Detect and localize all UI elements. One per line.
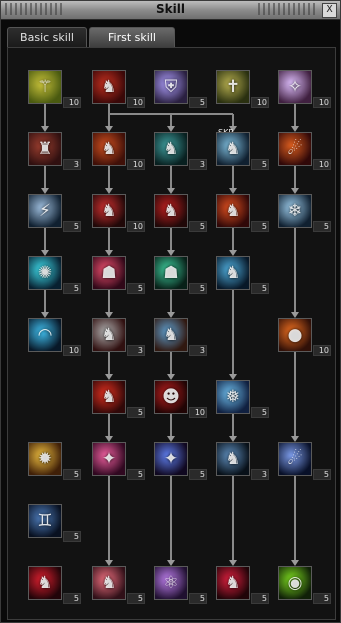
skill-level: 3 xyxy=(127,345,145,356)
skill-level: 5 xyxy=(127,469,145,480)
skill-level: 5 xyxy=(63,593,81,604)
rose-dragon-icon[interactable]: ♞ xyxy=(92,566,126,600)
skill-level: 3 xyxy=(189,345,207,356)
holy-cross-icon[interactable]: ✝ xyxy=(216,70,250,104)
green-orb-icon[interactable]: ◉ xyxy=(278,566,312,600)
scarlet-beast-icon[interactable]: ♞ xyxy=(216,566,250,600)
skill-level: 5 xyxy=(251,407,269,418)
skill-level: 5 xyxy=(189,469,207,480)
skill-level: 5 xyxy=(63,221,81,232)
window-title: Skill xyxy=(156,2,185,16)
skill-level: 5 xyxy=(63,469,81,480)
skill-level: 5 xyxy=(251,593,269,604)
skill-level: 5 xyxy=(63,531,81,542)
crimson-dragon-icon[interactable]: ♞ xyxy=(92,380,126,414)
pink-claw-icon[interactable]: ✦ xyxy=(92,442,126,476)
storm-arrows-icon[interactable]: ⚡ xyxy=(28,194,62,228)
blood-dragon-icon[interactable]: ♞ xyxy=(154,194,188,228)
blue-claw-icon[interactable]: ✦ xyxy=(154,442,188,476)
inferno-dragon-icon[interactable]: ♞ xyxy=(216,194,250,228)
water-dragon-icon[interactable]: ♞ xyxy=(216,256,250,290)
twin-spirit-icon[interactable]: ♊ xyxy=(28,504,62,538)
red-dragon-icon[interactable]: ♞ xyxy=(92,70,126,104)
fire-beast-icon[interactable]: ♞ xyxy=(92,132,126,166)
skill-level: 10 xyxy=(63,97,81,108)
skill-level: 5 xyxy=(313,593,331,604)
tab-basic-skill[interactable]: Basic skill xyxy=(7,27,87,48)
knight-shield-icon[interactable]: ⛨ xyxy=(154,70,188,104)
skill-level: 5 xyxy=(251,159,269,170)
skill-level: 10 xyxy=(63,345,81,356)
skill-level: 10 xyxy=(189,407,207,418)
skill-tree-panel: SKP ⚚10♞10⛨5✝10✧10♜3♞10♞3♞5☄10⚡5♞10♞5♞5❄… xyxy=(7,47,336,620)
skill-level: 5 xyxy=(127,593,145,604)
skill-level: 5 xyxy=(313,221,331,232)
golden-sigil-icon[interactable]: ✹ xyxy=(28,442,62,476)
comet-icon[interactable]: ☄ xyxy=(278,442,312,476)
skill-level: 5 xyxy=(189,593,207,604)
skill-level: 10 xyxy=(127,97,145,108)
demon-beast-icon[interactable]: ♜ xyxy=(28,132,62,166)
skill-level: 3 xyxy=(189,159,207,170)
ice-dragon-icon[interactable]: ♞ xyxy=(216,132,250,166)
skill-level: 5 xyxy=(189,221,207,232)
skill-level: 3 xyxy=(251,469,269,480)
grey-dragon-icon[interactable]: ♞ xyxy=(92,318,126,352)
skill-level: 5 xyxy=(127,407,145,418)
cyan-rune-icon[interactable]: ✺ xyxy=(28,256,62,290)
staff-icon[interactable]: ⚚ xyxy=(28,70,62,104)
skill-level: 5 xyxy=(313,469,331,480)
frost-beast-icon[interactable]: ❄ xyxy=(278,194,312,228)
flame-claw-icon[interactable]: ☄ xyxy=(278,132,312,166)
wave-slash-icon[interactable]: ◠ xyxy=(28,318,62,352)
light-ray-icon[interactable]: ✧ xyxy=(278,70,312,104)
title-bar[interactable]: Skill X xyxy=(1,1,340,20)
skill-level: 10 xyxy=(127,159,145,170)
skill-level: 5 xyxy=(251,283,269,294)
skill-level: 5 xyxy=(127,283,145,294)
teal-dragon-icon[interactable]: ♞ xyxy=(154,132,188,166)
skill-level: 5 xyxy=(189,283,207,294)
red-wolf-icon[interactable]: ♞ xyxy=(92,194,126,228)
skill-window: Skill X Basic skill First skill SKP ⚚10♞… xyxy=(0,0,341,623)
demon-mask-icon[interactable]: ☻ xyxy=(154,380,188,414)
skill-level: 10 xyxy=(127,221,145,232)
red-fiend-icon[interactable]: ♞ xyxy=(28,566,62,600)
skill-level: 10 xyxy=(313,159,331,170)
green-spirit-icon[interactable]: ☗ xyxy=(154,256,188,290)
skill-level: 10 xyxy=(251,97,269,108)
fire-orb-icon[interactable]: ● xyxy=(278,318,312,352)
dark-dragon-icon[interactable]: ♞ xyxy=(216,442,250,476)
tab-first-skill[interactable]: First skill xyxy=(89,27,175,48)
skill-level: 10 xyxy=(313,97,331,108)
skill-level: 5 xyxy=(63,283,81,294)
atom-orb-icon[interactable]: ⚛ xyxy=(154,566,188,600)
close-button[interactable]: X xyxy=(322,3,337,18)
ice-shard-icon[interactable]: ❅ xyxy=(216,380,250,414)
skill-level: 5 xyxy=(251,221,269,232)
blue-beast-icon[interactable]: ♞ xyxy=(154,318,188,352)
skill-level: 10 xyxy=(313,345,331,356)
skill-level: 5 xyxy=(189,97,207,108)
red-aura-icon[interactable]: ☗ xyxy=(92,256,126,290)
skill-level: 3 xyxy=(63,159,81,170)
